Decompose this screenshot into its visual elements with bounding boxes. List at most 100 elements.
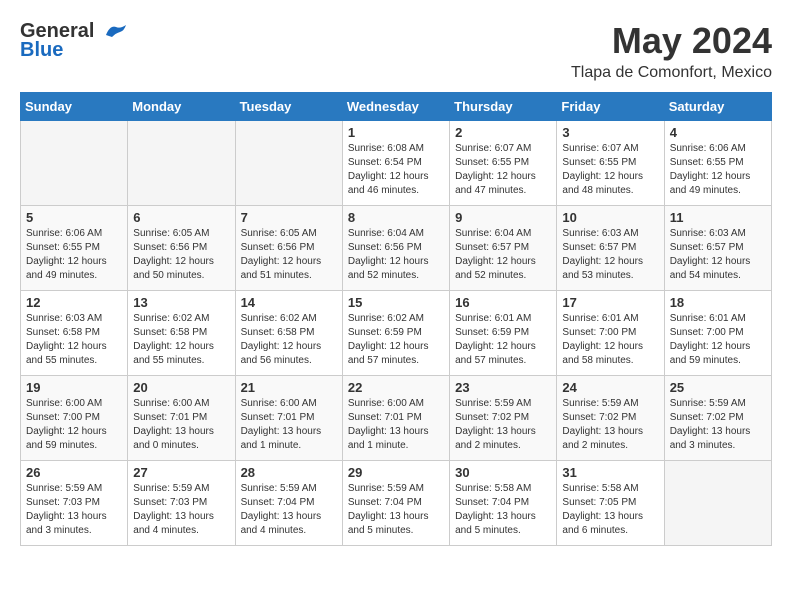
day-info: Sunrise: 6:00 AM Sunset: 7:01 PM Dayligh…	[133, 397, 229, 453]
day-number: 26	[26, 465, 122, 480]
day-number: 16	[455, 295, 551, 310]
calendar-cell: 2Sunrise: 6:07 AM Sunset: 6:55 PM Daylig…	[450, 121, 557, 206]
day-info: Sunrise: 5:59 AM Sunset: 7:04 PM Dayligh…	[241, 482, 337, 538]
month-title: May 2024	[571, 20, 772, 62]
day-number: 11	[670, 210, 766, 225]
header-day-saturday: Saturday	[664, 93, 771, 121]
week-row-4: 19Sunrise: 6:00 AM Sunset: 7:00 PM Dayli…	[21, 376, 772, 461]
day-info: Sunrise: 6:00 AM Sunset: 7:01 PM Dayligh…	[241, 397, 337, 453]
calendar-cell: 15Sunrise: 6:02 AM Sunset: 6:59 PM Dayli…	[342, 291, 449, 376]
day-number: 24	[562, 380, 658, 395]
calendar-cell: 22Sunrise: 6:00 AM Sunset: 7:01 PM Dayli…	[342, 376, 449, 461]
day-info: Sunrise: 5:58 AM Sunset: 7:05 PM Dayligh…	[562, 482, 658, 538]
day-info: Sunrise: 6:00 AM Sunset: 7:01 PM Dayligh…	[348, 397, 444, 453]
calendar-cell: 9 Sunrise: 6:04 AM Sunset: 6:57 PM Daylig…	[450, 206, 557, 291]
day-number: 28	[241, 465, 337, 480]
page-header: General Blue May 2024 Tlapa de Comonfort…	[20, 20, 772, 82]
calendar-cell: 25 Sunrise: 5:59 AM Sunset: 7:02 PM Dayli…	[664, 376, 771, 461]
day-info: Sunrise: 6:05 AM Sunset: 6:56 PM Dayligh…	[241, 227, 337, 283]
calendar-cell: 8 Sunrise: 6:04 AM Sunset: 6:56 PM Daylig…	[342, 206, 449, 291]
calendar-cell: 3Sunrise: 6:07 AM Sunset: 6:55 PM Daylig…	[557, 121, 664, 206]
day-number: 2	[455, 125, 551, 140]
day-info: Sunrise: 6:02 AM Sunset: 6:58 PM Dayligh…	[133, 312, 229, 368]
header-day-friday: Friday	[557, 93, 664, 121]
location-title: Tlapa de Comonfort, Mexico	[571, 64, 772, 82]
day-number: 5	[26, 210, 122, 225]
week-row-1: 1 Sunrise: 6:08 AM Sunset: 6:54 PM Daylig…	[21, 121, 772, 206]
calendar-cell: 6Sunrise: 6:05 AM Sunset: 6:56 PM Daylig…	[128, 206, 235, 291]
day-number: 4	[670, 125, 766, 140]
day-number: 29	[348, 465, 444, 480]
day-info: Sunrise: 6:08 AM Sunset: 6:54 PM Dayligh…	[348, 142, 444, 198]
header-day-sunday: Sunday	[21, 93, 128, 121]
calendar-cell: 10 Sunrise: 6:03 AM Sunset: 6:57 PM Dayli…	[557, 206, 664, 291]
day-number: 12	[26, 295, 122, 310]
week-row-5: 26 Sunrise: 5:59 AM Sunset: 7:03 PM Dayli…	[21, 461, 772, 546]
day-info: Sunrise: 6:05 AM Sunset: 6:56 PM Dayligh…	[133, 227, 229, 283]
logo-bird-icon	[102, 23, 130, 41]
day-info: Sunrise: 6:03 AM Sunset: 6:57 PM Dayligh…	[670, 227, 766, 283]
day-number: 19	[26, 380, 122, 395]
header-day-wednesday: Wednesday	[342, 93, 449, 121]
day-number: 13	[133, 295, 229, 310]
calendar-cell: 26 Sunrise: 5:59 AM Sunset: 7:03 PM Dayli…	[21, 461, 128, 546]
day-number: 14	[241, 295, 337, 310]
calendar-cell: 19Sunrise: 6:00 AM Sunset: 7:00 PM Dayli…	[21, 376, 128, 461]
calendar-cell: 13 Sunrise: 6:02 AM Sunset: 6:58 PM Dayli…	[128, 291, 235, 376]
day-number: 25	[670, 380, 766, 395]
day-number: 8	[348, 210, 444, 225]
day-info: Sunrise: 6:02 AM Sunset: 6:59 PM Dayligh…	[348, 312, 444, 368]
calendar-cell: 31Sunrise: 5:58 AM Sunset: 7:05 PM Dayli…	[557, 461, 664, 546]
day-info: Sunrise: 6:01 AM Sunset: 7:00 PM Dayligh…	[670, 312, 766, 368]
day-info: Sunrise: 5:59 AM Sunset: 7:03 PM Dayligh…	[26, 482, 122, 538]
calendar-cell: 16Sunrise: 6:01 AM Sunset: 6:59 PM Dayli…	[450, 291, 557, 376]
day-info: Sunrise: 6:04 AM Sunset: 6:57 PM Dayligh…	[455, 227, 551, 283]
day-info: Sunrise: 5:59 AM Sunset: 7:02 PM Dayligh…	[670, 397, 766, 453]
calendar-cell: 28 Sunrise: 5:59 AM Sunset: 7:04 PM Dayli…	[235, 461, 342, 546]
day-number: 3	[562, 125, 658, 140]
calendar-cell: 23 Sunrise: 5:59 AM Sunset: 7:02 PM Dayli…	[450, 376, 557, 461]
day-info: Sunrise: 6:03 AM Sunset: 6:57 PM Dayligh…	[562, 227, 658, 283]
day-info: Sunrise: 5:59 AM Sunset: 7:02 PM Dayligh…	[455, 397, 551, 453]
day-info: Sunrise: 5:58 AM Sunset: 7:04 PM Dayligh…	[455, 482, 551, 538]
calendar-cell: 1 Sunrise: 6:08 AM Sunset: 6:54 PM Daylig…	[342, 121, 449, 206]
day-number: 1	[348, 125, 444, 140]
day-number: 20	[133, 380, 229, 395]
calendar-cell: 20 Sunrise: 6:00 AM Sunset: 7:01 PM Dayli…	[128, 376, 235, 461]
header-day-tuesday: Tuesday	[235, 93, 342, 121]
header-day-thursday: Thursday	[450, 93, 557, 121]
day-info: Sunrise: 6:06 AM Sunset: 6:55 PM Dayligh…	[670, 142, 766, 198]
week-row-3: 12 Sunrise: 6:03 AM Sunset: 6:58 PM Dayli…	[21, 291, 772, 376]
calendar-cell: 21Sunrise: 6:00 AM Sunset: 7:01 PM Dayli…	[235, 376, 342, 461]
calendar-cell: 5 Sunrise: 6:06 AM Sunset: 6:55 PM Daylig…	[21, 206, 128, 291]
day-info: Sunrise: 5:59 AM Sunset: 7:03 PM Dayligh…	[133, 482, 229, 538]
calendar-cell: 29 Sunrise: 5:59 AM Sunset: 7:04 PM Dayli…	[342, 461, 449, 546]
day-number: 9	[455, 210, 551, 225]
calendar-cell	[664, 461, 771, 546]
day-number: 30	[455, 465, 551, 480]
day-number: 7	[241, 210, 337, 225]
calendar-cell	[128, 121, 235, 206]
day-number: 10	[562, 210, 658, 225]
day-info: Sunrise: 6:01 AM Sunset: 7:00 PM Dayligh…	[562, 312, 658, 368]
day-number: 23	[455, 380, 551, 395]
calendar-cell: 18 Sunrise: 6:01 AM Sunset: 7:00 PM Dayli…	[664, 291, 771, 376]
calendar-cell: 30 Sunrise: 5:58 AM Sunset: 7:04 PM Dayli…	[450, 461, 557, 546]
day-number: 27	[133, 465, 229, 480]
calendar-cell: 24Sunrise: 5:59 AM Sunset: 7:02 PM Dayli…	[557, 376, 664, 461]
logo-blue: Blue	[20, 39, 63, 62]
day-info: Sunrise: 5:59 AM Sunset: 7:04 PM Dayligh…	[348, 482, 444, 538]
calendar-cell: 11 Sunrise: 6:03 AM Sunset: 6:57 PM Dayli…	[664, 206, 771, 291]
day-info: Sunrise: 6:02 AM Sunset: 6:58 PM Dayligh…	[241, 312, 337, 368]
day-info: Sunrise: 6:04 AM Sunset: 6:56 PM Dayligh…	[348, 227, 444, 283]
calendar-cell: 12 Sunrise: 6:03 AM Sunset: 6:58 PM Dayli…	[21, 291, 128, 376]
calendar-cell	[235, 121, 342, 206]
day-number: 17	[562, 295, 658, 310]
calendar-cell: 14 Sunrise: 6:02 AM Sunset: 6:58 PM Dayli…	[235, 291, 342, 376]
calendar-cell: 17 Sunrise: 6:01 AM Sunset: 7:00 PM Dayli…	[557, 291, 664, 376]
day-number: 18	[670, 295, 766, 310]
calendar-cell: 27 Sunrise: 5:59 AM Sunset: 7:03 PM Dayli…	[128, 461, 235, 546]
calendar-cell: 4 Sunrise: 6:06 AM Sunset: 6:55 PM Daylig…	[664, 121, 771, 206]
day-info: Sunrise: 6:06 AM Sunset: 6:55 PM Dayligh…	[26, 227, 122, 283]
day-info: Sunrise: 6:03 AM Sunset: 6:58 PM Dayligh…	[26, 312, 122, 368]
